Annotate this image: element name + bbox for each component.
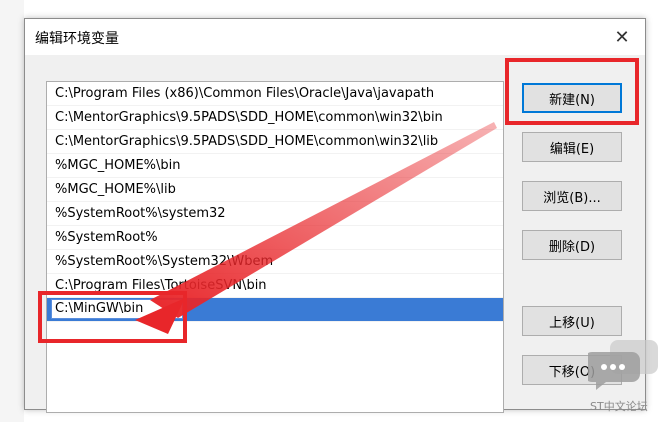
title-bar: 编辑环境变量 ✕ <box>25 19 645 55</box>
list-item[interactable]: C:\MentorGraphics\9.5PADS\SDD_HOME\commo… <box>47 106 503 130</box>
highlight-box-new-button <box>505 58 639 125</box>
list-item[interactable]: %MGC_HOME%\lib <box>47 178 503 202</box>
highlight-box-new-path <box>38 291 187 343</box>
dialog-title: 编辑环境变量 <box>35 31 119 47</box>
list-item[interactable]: %SystemRoot%\system32 <box>47 202 503 226</box>
move-up-button[interactable]: 上移(U) <box>522 306 622 336</box>
list-item[interactable]: %SystemRoot% <box>47 226 503 250</box>
path-list[interactable]: C:\Program Files (x86)\Common Files\Orac… <box>46 81 504 413</box>
close-button[interactable]: ✕ <box>599 19 645 55</box>
list-item[interactable]: C:\Program Files (x86)\Common Files\Orac… <box>47 82 503 106</box>
watermark-text: ST中文论坛 <box>590 400 648 413</box>
delete-button[interactable]: 删除(D) <box>522 230 622 260</box>
list-item[interactable]: C:\MentorGraphics\9.5PADS\SDD_HOME\commo… <box>47 130 503 154</box>
background-window <box>0 0 24 422</box>
edit-button[interactable]: 编辑(E) <box>522 132 622 162</box>
browse-button[interactable]: 浏览(B)... <box>522 181 622 211</box>
list-item[interactable]: %MGC_HOME%\bin <box>47 154 503 178</box>
chat-bubble-icon <box>588 340 658 390</box>
list-item[interactable]: %SystemRoot%\System32\Wbem <box>47 250 503 274</box>
